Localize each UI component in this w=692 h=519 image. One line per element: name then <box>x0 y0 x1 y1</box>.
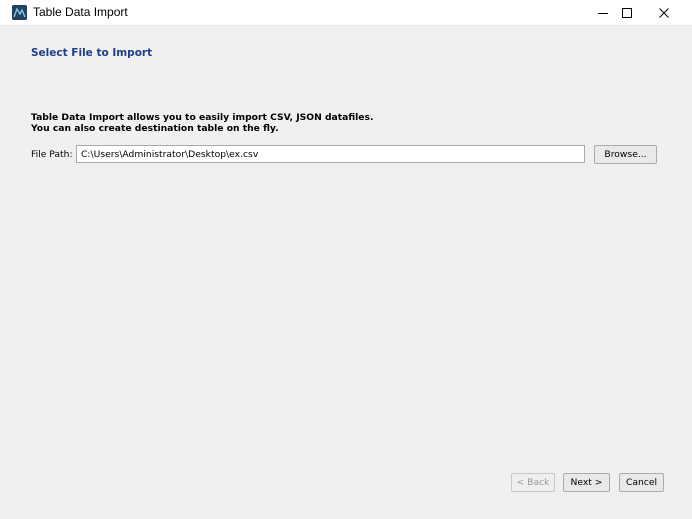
cancel-button[interactable]: Cancel <box>619 473 664 492</box>
close-icon <box>659 8 669 18</box>
description-line-2: You can also create destination table on… <box>31 123 279 134</box>
page-heading: Select File to Import <box>31 47 153 59</box>
minimize-icon <box>598 8 608 18</box>
file-path-input[interactable] <box>76 145 585 163</box>
mysql-workbench-icon <box>12 5 27 20</box>
close-button[interactable] <box>647 0 681 26</box>
browse-button[interactable]: Browse... <box>594 145 657 164</box>
maximize-icon <box>622 8 632 18</box>
file-path-label: File Path: <box>31 149 73 160</box>
back-button[interactable]: < Back <box>511 473 555 492</box>
window-title: Table Data Import <box>33 5 128 19</box>
title-bar: Table Data Import <box>0 0 692 26</box>
next-button[interactable]: Next > <box>563 473 610 492</box>
maximize-button[interactable] <box>610 0 644 26</box>
table-data-import-window: Table Data Import Select File to Import … <box>0 0 692 519</box>
description-line-1: Table Data Import allows you to easily i… <box>31 112 374 123</box>
